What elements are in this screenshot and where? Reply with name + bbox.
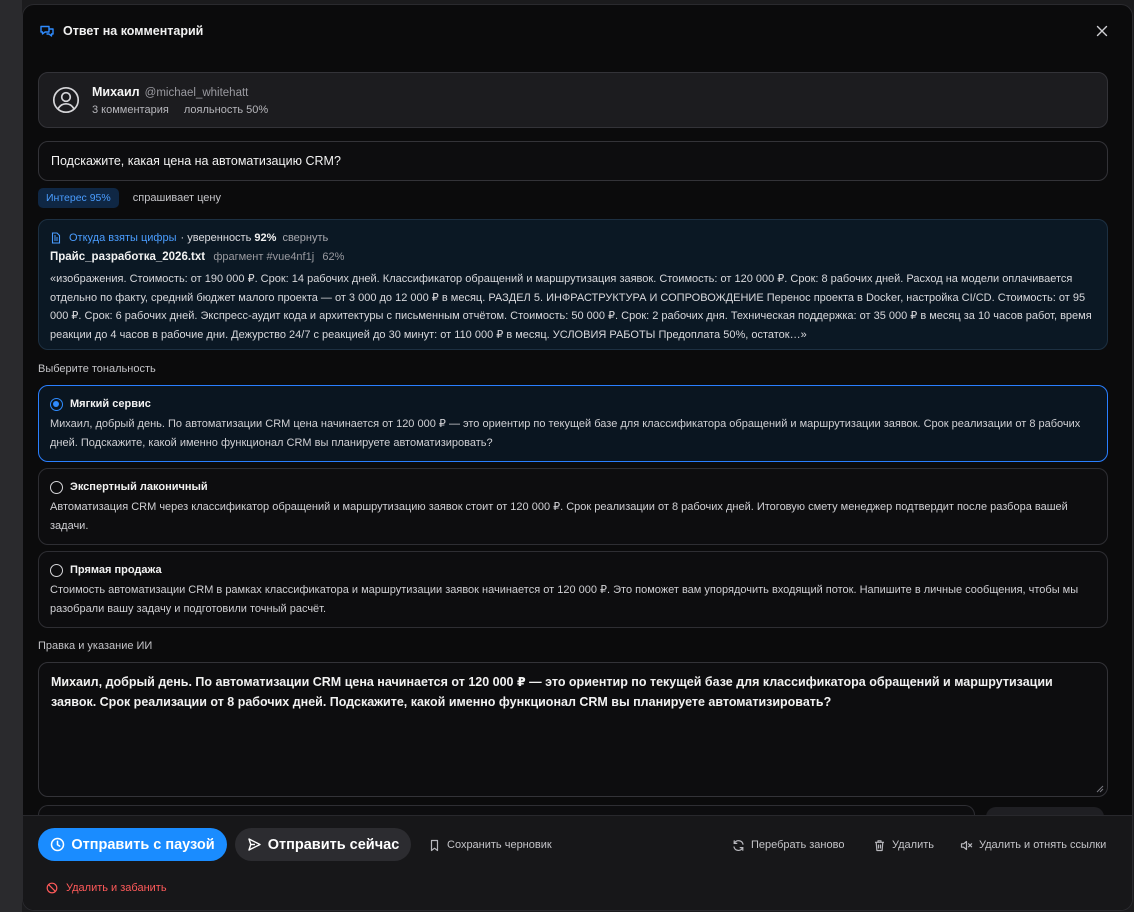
- reply-editor[interactable]: Михаил, добрый день. По автоматизации CR…: [38, 662, 1108, 797]
- avatar: [52, 86, 80, 114]
- tone-option-soft[interactable]: Мягкий сервис Михаил, добрый день. По ав…: [38, 385, 1108, 462]
- radio-selected[interactable]: [50, 397, 63, 411]
- tone-option-expert[interactable]: Экспертный лаконичный Автоматизация CRM …: [38, 468, 1108, 545]
- delete-button[interactable]: Удалить: [873, 837, 934, 853]
- trash-icon: [873, 839, 886, 852]
- bookmark-icon: [428, 839, 441, 852]
- close-icon: [1096, 25, 1108, 37]
- collapse-button[interactable]: свернуть: [282, 232, 328, 244]
- save-draft-button[interactable]: Сохранить черновик: [428, 837, 552, 853]
- modal-header: Ответ на комментарий: [23, 5, 1132, 57]
- tone-option-text: Стоимость автоматизации CRM в рамках кла…: [50, 584, 1079, 615]
- action-footer: Отправить с паузой Отправить сейчас Сохр…: [23, 815, 1132, 910]
- save-draft-label: Сохранить черновик: [447, 839, 552, 851]
- delete-ban-label: Удалить и забанить: [66, 882, 167, 894]
- user-loyalty: лояльность 50%: [183, 104, 269, 116]
- delete-label: Удалить: [892, 839, 934, 851]
- tone-option-text: Автоматизация CRM через классификатор об…: [50, 501, 1068, 532]
- modal-title: Ответ на комментарий: [63, 24, 204, 38]
- user-stats: 3 комментария лояльность 50%: [92, 104, 268, 116]
- source-file-name: Прайс_разработка_2026.txt: [50, 251, 206, 263]
- comment-tags: Интерес 95% спрашивает цену: [38, 188, 221, 208]
- delete-revoke-links-button[interactable]: Удалить и отнять ссылки: [960, 837, 1106, 853]
- radio-unselected[interactable]: [50, 480, 63, 494]
- source-confidence: · уверенность 92%: [180, 232, 277, 244]
- source-fragment: фрагмент #vue4nf1j: [213, 251, 315, 263]
- delete-revoke-links-label: Удалить и отнять ссылки: [979, 839, 1107, 851]
- document-icon: [50, 232, 62, 244]
- user-handle[interactable]: @michael_whitehatt: [145, 87, 249, 99]
- regenerate-label: Перебрать заново: [751, 839, 845, 851]
- source-match: 62%: [322, 251, 345, 263]
- tone-option-name: Прямая продажа: [70, 564, 162, 576]
- radio-unselected[interactable]: [50, 563, 63, 577]
- send-delayed-label: Отправить с паузой: [71, 836, 215, 853]
- send-icon: [247, 837, 262, 852]
- user-icon: [52, 86, 80, 114]
- tone-option-sales[interactable]: Прямая продажа Стоимость автоматизации C…: [38, 551, 1108, 628]
- user-comments-count: 3 комментария: [92, 104, 169, 116]
- user-name: Михаил: [92, 85, 140, 99]
- regenerate-button[interactable]: Перебрать заново: [732, 837, 844, 853]
- reply-modal: Ответ на комментарий Михаил @michael_whit…: [22, 4, 1133, 911]
- mute-speaker-icon: [960, 839, 973, 852]
- source-excerpt: «изображения. Стоимость: от 190 000 ₽. С…: [50, 273, 1092, 341]
- user-card: Михаил @michael_whitehatt 3 комментария л…: [38, 72, 1108, 128]
- tone-option-text: Михаил, добрый день. По автоматизации CR…: [50, 418, 1081, 449]
- clock-icon: [50, 837, 65, 852]
- ban-icon: [46, 882, 58, 894]
- editor-label: Правка и указание ИИ: [38, 640, 153, 652]
- reply-editor-text[interactable]: Михаил, добрый день. По автоматизации CR…: [51, 675, 1053, 709]
- resize-handle-icon[interactable]: [1096, 785, 1104, 793]
- user-name-line: Михаил @michael_whitehatt: [92, 85, 248, 99]
- interest-badge: Интерес 95%: [38, 188, 119, 208]
- tone-section-label: Выберите тональность: [38, 363, 156, 375]
- comment-text: Подскажите, какая цена на автоматизацию …: [38, 141, 1108, 181]
- tone-option-name: Экспертный лаконичный: [70, 481, 208, 493]
- chat-bubbles-icon: [39, 23, 55, 39]
- source-link[interactable]: Откуда взяты цифры: [69, 232, 177, 244]
- source-header: Откуда взяты цифры · уверенность 92% све…: [50, 230, 1096, 246]
- source-panel: Откуда взяты цифры · уверенность 92% све…: [38, 219, 1108, 350]
- intent-label: спрашивает цену: [132, 192, 221, 204]
- background-sidebar: [0, 0, 22, 912]
- delete-ban-button[interactable]: Удалить и забанить: [46, 880, 167, 896]
- refresh-icon: [732, 839, 745, 852]
- send-delayed-button[interactable]: Отправить с паузой: [38, 828, 227, 861]
- send-now-button[interactable]: Отправить сейчас: [235, 828, 411, 861]
- close-button[interactable]: [1094, 23, 1110, 39]
- send-now-label: Отправить сейчас: [267, 836, 400, 853]
- source-file-line: Прайс_разработка_2026.txt фрагмент #vue4…: [50, 251, 1096, 267]
- tone-option-name: Мягкий сервис: [70, 398, 151, 410]
